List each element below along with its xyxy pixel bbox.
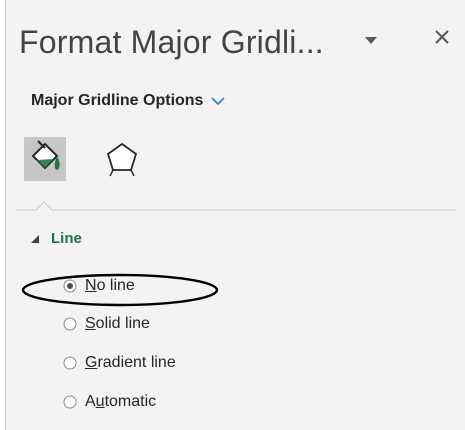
radio-label: Gradient line (85, 354, 176, 371)
pentagon-icon (106, 142, 138, 177)
radio-label: Solid line (85, 315, 150, 332)
effects-tab[interactable] (101, 137, 143, 181)
paint-bucket-icon (31, 140, 60, 170)
major-gridline-options-dropdown[interactable]: Major Gridline Options (31, 92, 226, 110)
radio-gradient-line[interactable]: Gradient line (63, 354, 176, 372)
close-icon[interactable] (431, 26, 453, 48)
radio-label: Automatic (85, 393, 157, 410)
format-pane: Format Major Gridli... Major Gridline Op… (5, 0, 465, 430)
radio-button[interactable] (63, 317, 77, 331)
radio-solid-line[interactable]: Solid line (63, 315, 150, 333)
radio-button[interactable] (63, 279, 77, 293)
options-label: Major Gridline Options (31, 92, 204, 109)
radio-button[interactable] (63, 356, 77, 370)
radio-automatic[interactable]: Automatic (63, 393, 156, 411)
pane-title: Format Major Gridli... (19, 24, 324, 60)
radio-label: No line (85, 277, 135, 294)
triangle-expanded-icon (31, 234, 39, 243)
tab-divider (16, 201, 456, 211)
line-section-header[interactable]: Line (31, 230, 82, 247)
radio-no-line[interactable]: No line (63, 277, 135, 295)
radio-button[interactable] (63, 395, 77, 409)
chevron-down-icon[interactable] (364, 35, 378, 45)
line-section-label: Line (51, 230, 82, 247)
chevron-down-icon (211, 97, 226, 106)
fill-line-tab[interactable] (24, 137, 66, 181)
